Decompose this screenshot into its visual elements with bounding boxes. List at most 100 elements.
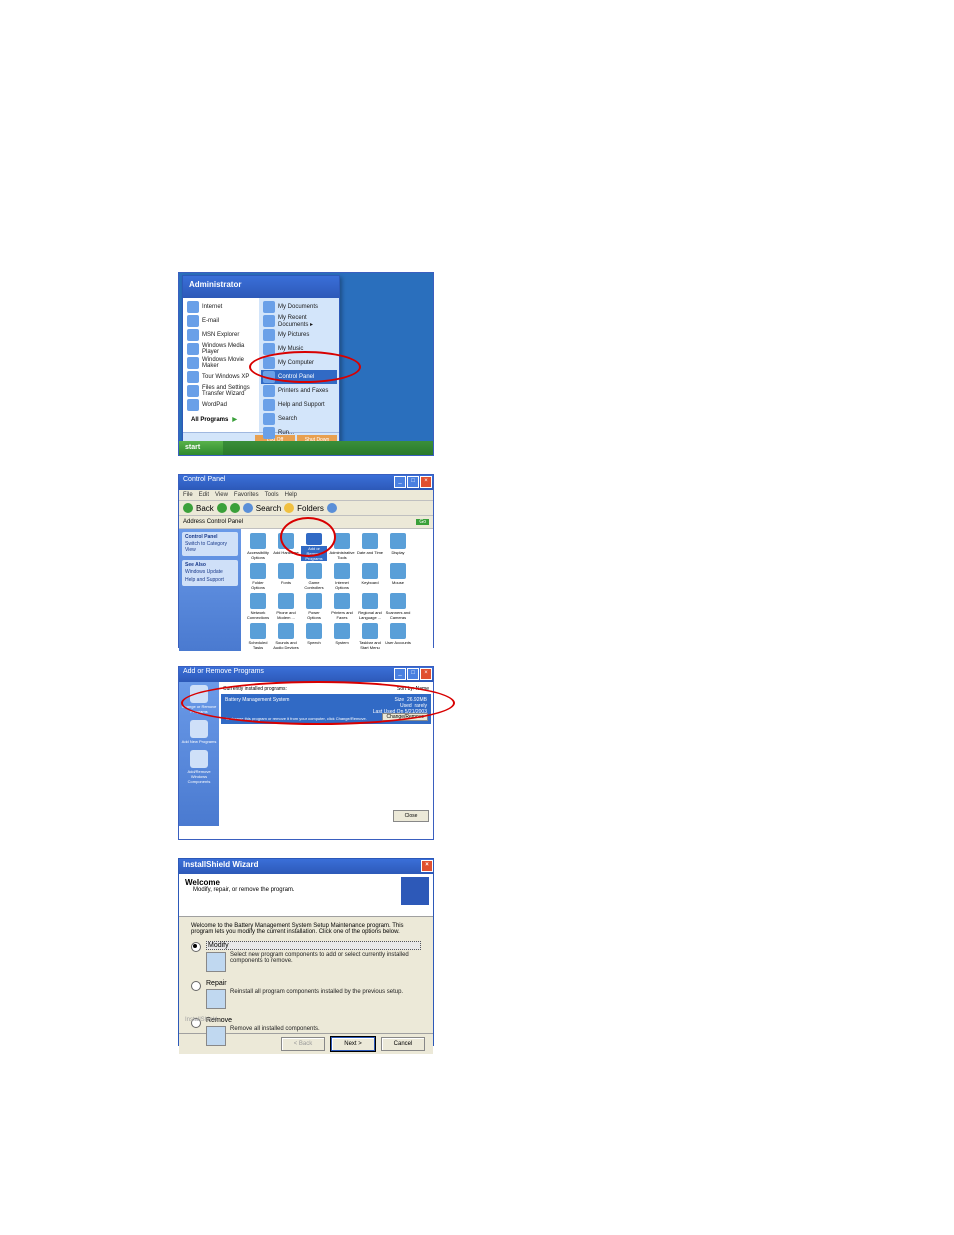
start-item-printers[interactable]: Printers and Faxes	[261, 384, 337, 398]
folders-icon[interactable]	[284, 503, 294, 513]
cp-icon-date-and-time[interactable]: Date and Time	[357, 533, 383, 561]
start-item-music[interactable]: My Music	[261, 342, 337, 356]
next-button[interactable]: Next >	[331, 1037, 375, 1051]
cp-icon-system[interactable]: System	[329, 623, 355, 651]
minimize-button[interactable]: _	[394, 476, 406, 488]
applet-label: System	[335, 640, 348, 645]
start-item-control-panel[interactable]: Control Panel	[261, 370, 337, 384]
cp-icon-administrative-tools[interactable]: Administrative Tools	[329, 533, 355, 561]
start-item-fstw[interactable]: Files and Settings Transfer Wizard	[185, 384, 257, 398]
start-button[interactable]: start	[179, 441, 223, 455]
change-remove-button[interactable]: Change/Remove	[382, 713, 428, 721]
search-icon[interactable]	[243, 503, 253, 513]
cp-icon-scheduled-tasks[interactable]: Scheduled Tasks	[245, 623, 271, 651]
option-repair[interactable]: Repair Reinstall all program components …	[191, 980, 421, 1009]
maximize-button[interactable]: □	[407, 668, 419, 680]
cp-icon-speech[interactable]: Speech	[301, 623, 327, 651]
applet-icon	[334, 623, 350, 639]
cd-icon	[190, 720, 208, 738]
program-entry-selected[interactable]: Battery Management System Size 26.92MB U…	[221, 694, 431, 724]
start-item-wordpad[interactable]: WordPad	[185, 398, 257, 412]
cp-icon-network-connections[interactable]: Network Connections	[245, 593, 271, 621]
start-item-wmp[interactable]: Windows Media Player	[185, 342, 257, 356]
cp-icon-regional-and-language-[interactable]: Regional and Language ...	[357, 593, 383, 621]
forward-icon[interactable]	[217, 503, 227, 513]
start-item-search[interactable]: Search	[261, 412, 337, 426]
go-button[interactable]: Go	[416, 519, 429, 525]
up-icon[interactable]	[230, 503, 240, 513]
cp-icon-game-controllers[interactable]: Game Controllers	[301, 563, 327, 591]
start-item-mycomputer[interactable]: My Computer	[261, 356, 337, 370]
start-item-tour[interactable]: Tour Windows XP	[185, 370, 257, 384]
cp-icon-mouse[interactable]: Mouse	[385, 563, 411, 591]
start-item-run[interactable]: Run...	[261, 426, 337, 440]
radio-repair[interactable]	[191, 981, 201, 991]
windows-update-link[interactable]: Windows Update	[185, 568, 235, 576]
control-panel-icons: Accessibility OptionsAdd HardwareAdd or …	[241, 529, 433, 651]
back-label[interactable]: Back	[196, 504, 214, 513]
menu-view[interactable]: View	[215, 492, 228, 498]
start-item-recent[interactable]: My Recent Documents ▸	[261, 314, 337, 328]
cp-icon-accessibility-options[interactable]: Accessibility Options	[245, 533, 271, 561]
start-item-mydocs[interactable]: My Documents	[261, 300, 337, 314]
document-page: Administrator Internet E-mail MSN Explor…	[0, 0, 954, 1235]
start-item-moviemaker[interactable]: Windows Movie Maker	[185, 356, 257, 370]
start-item-help[interactable]: Help and Support	[261, 398, 337, 412]
applet-icon	[306, 533, 322, 545]
cancel-button[interactable]: Cancel	[381, 1037, 425, 1051]
switch-category-view-link[interactable]: Switch to Category View	[185, 540, 235, 554]
cp-icon-power-options[interactable]: Power Options	[301, 593, 327, 621]
views-icon[interactable]	[327, 503, 337, 513]
close-button[interactable]: Close	[393, 810, 429, 822]
start-item-internet[interactable]: Internet	[185, 300, 257, 314]
start-item-email[interactable]: E-mail	[185, 314, 257, 328]
menu-favorites[interactable]: Favorites	[234, 492, 259, 498]
menu-edit[interactable]: Edit	[199, 492, 209, 498]
cp-icon-add-hardware[interactable]: Add Hardware	[273, 533, 299, 561]
back-icon[interactable]	[183, 503, 193, 513]
cp-icon-internet-options[interactable]: Internet Options	[329, 563, 355, 591]
cp-icon-folder-options[interactable]: Folder Options	[245, 563, 271, 591]
all-programs[interactable]: All Programs	[185, 412, 257, 423]
option-remove-label: Remove	[206, 1017, 320, 1024]
cp-icon-scanners-and-cameras[interactable]: Scanners and Cameras	[385, 593, 411, 621]
maximize-button[interactable]: □	[407, 476, 419, 488]
menu-help[interactable]: Help	[285, 492, 297, 498]
applet-icon	[278, 593, 294, 609]
sort-by-value[interactable]: Name	[416, 686, 429, 692]
cp-icon-printers-and-faxes[interactable]: Printers and Faxes	[329, 593, 355, 621]
address-bar: Address Control Panel Go	[179, 516, 433, 529]
cp-icon-phone-and-modem-[interactable]: Phone and Modem ...	[273, 593, 299, 621]
cp-icon-sounds-and-audio-devices[interactable]: Sounds and Audio Devices	[273, 623, 299, 651]
applet-icon	[334, 563, 350, 579]
screenshot-add-remove-programs: Add or Remove Programs _ □ × Change or R…	[178, 666, 434, 840]
cp-icon-user-accounts[interactable]: User Accounts	[385, 623, 411, 651]
radio-modify[interactable]	[191, 942, 201, 952]
address-value[interactable]: Control Panel	[207, 519, 243, 525]
search-label[interactable]: Search	[256, 504, 281, 513]
back-button[interactable]: < Back	[281, 1037, 325, 1051]
close-button[interactable]: ×	[420, 476, 432, 488]
close-button[interactable]: ×	[420, 668, 432, 680]
applet-icon	[362, 593, 378, 609]
cp-icon-fonts[interactable]: Fonts	[273, 563, 299, 591]
change-remove-programs-tab[interactable]: Change or Remove Programs	[180, 685, 218, 714]
wizard-subheading: Modify, repair, or remove the program.	[185, 887, 427, 893]
cp-icon-taskbar-and-start-menu[interactable]: Taskbar and Start Menu	[357, 623, 383, 651]
menu-tools[interactable]: Tools	[265, 492, 279, 498]
cp-icon-keyboard[interactable]: Keyboard	[357, 563, 383, 591]
folders-label[interactable]: Folders	[297, 504, 324, 513]
ie-icon	[187, 301, 199, 313]
folder-icon	[263, 301, 275, 313]
minimize-button[interactable]: _	[394, 668, 406, 680]
option-modify[interactable]: Modify Select new program components to …	[191, 941, 421, 972]
windows-components-tab[interactable]: Add/Remove Windows Components	[180, 750, 218, 784]
start-item-pictures[interactable]: My Pictures	[261, 328, 337, 342]
start-item-msn[interactable]: MSN Explorer	[185, 328, 257, 342]
help-support-link[interactable]: Help and Support	[185, 576, 235, 584]
add-new-programs-tab[interactable]: Add New Programs	[180, 720, 218, 744]
menu-file[interactable]: File	[183, 492, 193, 498]
cp-icon-add-or-remove-programs[interactable]: Add or Remove Programs	[301, 533, 327, 561]
cp-icon-display[interactable]: Display	[385, 533, 411, 561]
close-button[interactable]: ×	[421, 860, 433, 872]
